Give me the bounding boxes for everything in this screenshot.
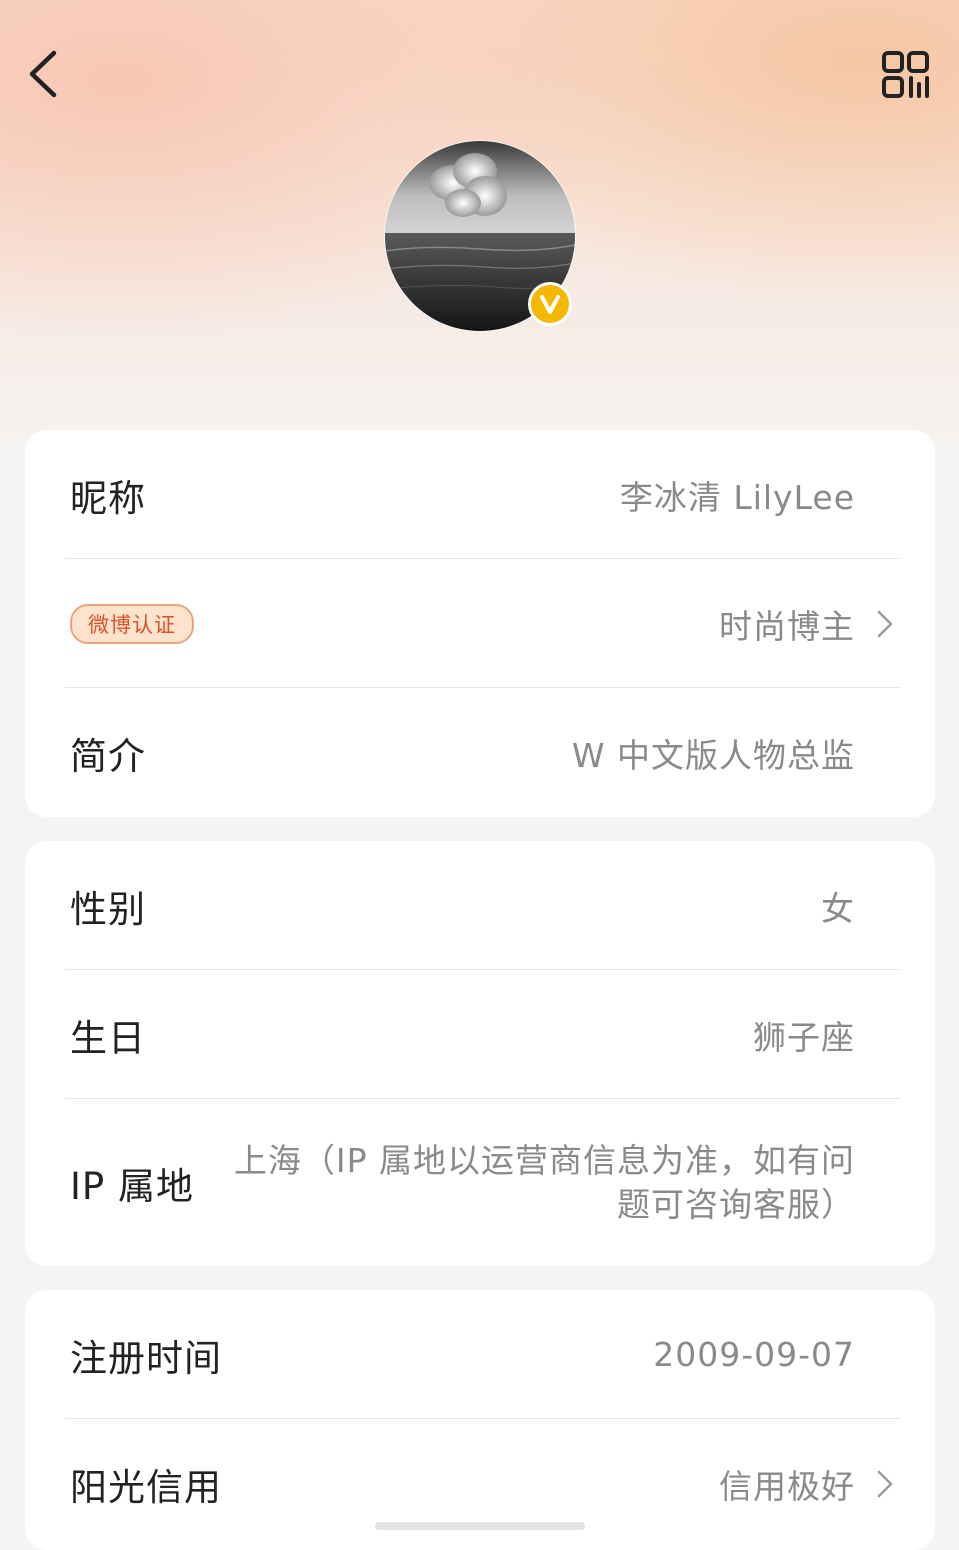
gender-label: 性别	[70, 887, 146, 931]
chevron-right-icon	[877, 610, 893, 637]
birthday-label: 生日	[70, 1016, 146, 1060]
verification-row[interactable]: 微博认证 时尚博主	[25, 559, 935, 688]
profile-header	[0, 0, 959, 440]
gender-row[interactable]: 性别 女	[25, 841, 935, 970]
ip-location-row[interactable]: IP 属地 上海（IP 属地以运营商信息为准，如有问题可咨询客服）	[25, 1099, 935, 1266]
bio-value: W 中文版人物总监	[571, 735, 855, 775]
nickname-label: 昵称	[70, 476, 146, 520]
nickname-value: 李冰清 LilyLee	[619, 477, 855, 517]
birthday-value: 狮子座	[753, 1017, 855, 1057]
verification-value: 时尚博主	[719, 606, 855, 646]
ip-location-value: 上海（IP 属地以运营商信息为准，如有问题可咨询客服）	[233, 1141, 855, 1224]
bio-row[interactable]: 简介 W 中文版人物总监	[25, 688, 935, 817]
nickname-row[interactable]: 昵称 李冰清 LilyLee	[25, 430, 935, 559]
register-time-value: 2009-09-07	[653, 1335, 855, 1374]
qr-code-button[interactable]	[878, 50, 934, 100]
sunshine-credit-label: 阳光信用	[70, 1465, 222, 1509]
avatar-container[interactable]	[384, 140, 576, 332]
ip-location-label: IP 属地	[70, 1164, 194, 1208]
back-button[interactable]	[22, 45, 72, 103]
account-info-card: 注册时间 2009-09-07 阳光信用 信用极好	[25, 1290, 935, 1550]
register-time-label: 注册时间	[70, 1336, 222, 1380]
home-indicator	[375, 1522, 585, 1530]
gender-value: 女	[821, 888, 855, 928]
qr-code-icon	[882, 51, 929, 98]
register-time-row[interactable]: 注册时间 2009-09-07	[25, 1290, 935, 1419]
weibo-verification-tag: 微博认证	[70, 603, 194, 644]
chevron-left-icon	[29, 50, 57, 98]
profile-card: 昵称 李冰清 LilyLee 微博认证 时尚博主 简介 W 中文版人物总监	[25, 430, 935, 817]
personal-info-card: 性别 女 生日 狮子座 IP 属地 上海（IP 属地以运营商信息为准，如有问题可…	[25, 841, 935, 1266]
sunshine-credit-value: 信用极好	[719, 1466, 855, 1506]
verified-badge	[528, 282, 572, 326]
birthday-row[interactable]: 生日 狮子座	[25, 970, 935, 1099]
verified-v-icon	[540, 295, 560, 314]
chevron-right-icon	[877, 1470, 893, 1497]
bio-label: 简介	[70, 734, 146, 778]
